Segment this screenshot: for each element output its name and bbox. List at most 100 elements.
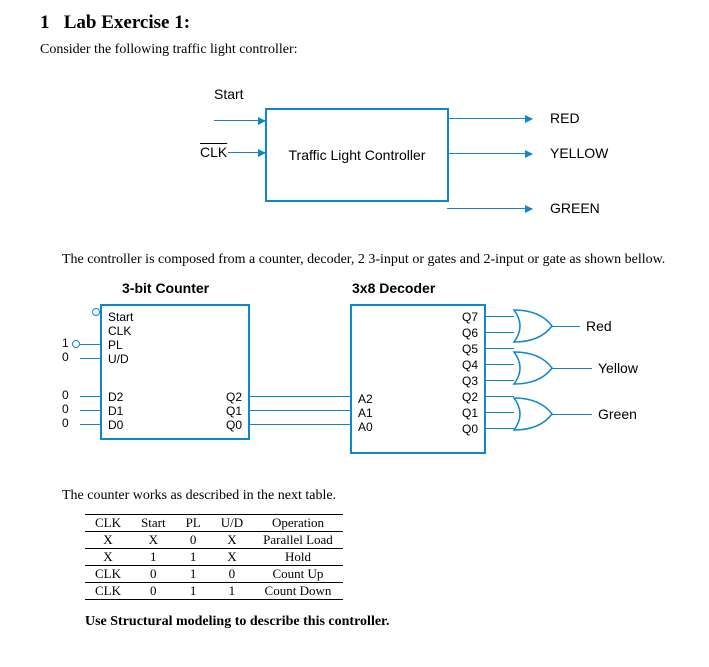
controller-box: Traffic Light Controller bbox=[265, 108, 449, 202]
cell: 0 bbox=[176, 532, 211, 549]
cell: 0 bbox=[131, 583, 176, 600]
cell: Count Up bbox=[253, 566, 343, 583]
pin-q2: Q2 bbox=[226, 390, 242, 404]
pin-clk: CLK bbox=[108, 324, 131, 338]
counter-title: 3-bit Counter bbox=[122, 280, 209, 296]
pin-dq5: Q5 bbox=[462, 342, 478, 356]
pin-q1: Q1 bbox=[226, 404, 242, 418]
wire-q1-out bbox=[484, 412, 514, 413]
wire-q4 bbox=[484, 364, 514, 365]
counter-chip: Start CLK PL U/D D2 D1 D0 Q2 Q1 Q0 bbox=[100, 304, 250, 440]
heading: 1 Lab Exercise 1: bbox=[40, 12, 669, 34]
wire-q0-out bbox=[484, 428, 514, 429]
th-start: Start bbox=[131, 515, 176, 532]
pin-d1: D1 bbox=[108, 404, 123, 418]
green-out-label: Green bbox=[598, 406, 637, 422]
cell: Hold bbox=[253, 549, 343, 566]
block-diagram: Start CLK Traffic Light Controller RED Y… bbox=[40, 88, 669, 238]
pin-dq2: Q2 bbox=[462, 390, 478, 404]
cell: 1 bbox=[176, 583, 211, 600]
wire-pl bbox=[80, 344, 100, 345]
wire-q1-a1 bbox=[248, 410, 350, 411]
wire-q2-out bbox=[484, 396, 514, 397]
pin-q0: Q0 bbox=[226, 418, 242, 432]
cell: Parallel Load bbox=[253, 532, 343, 549]
pin-dq7: Q7 bbox=[462, 310, 478, 324]
wire-q0-a0 bbox=[248, 424, 350, 425]
pin-a1: A1 bbox=[358, 406, 373, 420]
pin-dq3: Q3 bbox=[462, 374, 478, 388]
heading-number: 1 bbox=[40, 12, 50, 33]
intro-text: Consider the following traffic light con… bbox=[40, 42, 669, 58]
wire-d1 bbox=[80, 410, 100, 411]
wire-d0 bbox=[80, 424, 100, 425]
th-pl: PL bbox=[176, 515, 211, 532]
pin-d2: D2 bbox=[108, 390, 123, 404]
cell: Count Down bbox=[253, 583, 343, 600]
ud-value: 0 bbox=[62, 350, 69, 364]
clk-arrow bbox=[228, 152, 265, 153]
pin-pl: PL bbox=[108, 338, 123, 352]
d1-value: 0 bbox=[62, 402, 69, 416]
wire-red-out bbox=[552, 326, 580, 327]
schematic-diagram: 3-bit Counter 3x8 Decoder Start CLK PL U… bbox=[40, 278, 669, 478]
start-label: Start bbox=[214, 86, 244, 102]
counter-truth-table: CLK Start PL U/D Operation X X 0 X Paral… bbox=[85, 514, 343, 600]
th-op: Operation bbox=[253, 515, 343, 532]
controller-label: Traffic Light Controller bbox=[289, 147, 426, 163]
cell: X bbox=[131, 532, 176, 549]
cell: CLK bbox=[85, 566, 131, 583]
wire-d2 bbox=[80, 396, 100, 397]
para-composition-text: The controller is composed from a counte… bbox=[62, 252, 665, 267]
wire-green-out bbox=[552, 414, 592, 415]
red-arrow bbox=[447, 118, 532, 119]
pin-dq6: Q6 bbox=[462, 326, 478, 340]
final-instruction: Use Structural modeling to describe this… bbox=[85, 614, 669, 630]
cell: 0 bbox=[131, 566, 176, 583]
d2-value: 0 bbox=[62, 388, 69, 402]
decoder-title: 3x8 Decoder bbox=[352, 280, 435, 296]
pin-a2: A2 bbox=[358, 392, 373, 406]
pin-dq4: Q4 bbox=[462, 358, 478, 372]
clk-label: CLK bbox=[200, 144, 227, 160]
yellow-out-label: Yellow bbox=[598, 360, 638, 376]
wire-q7 bbox=[484, 316, 514, 317]
wire-ud bbox=[80, 358, 100, 359]
wire-q6 bbox=[484, 332, 514, 333]
para-composition: The controller is composed from a counte… bbox=[40, 252, 669, 268]
th-clk: CLK bbox=[85, 515, 131, 532]
wire-q2-a2 bbox=[248, 396, 350, 397]
cell: X bbox=[85, 549, 131, 566]
start-arrow bbox=[214, 120, 265, 121]
wire-q5 bbox=[484, 348, 514, 349]
wire-q3 bbox=[484, 380, 514, 381]
red-label: RED bbox=[550, 110, 580, 126]
pin-start: Start bbox=[108, 310, 133, 324]
pin-ud: U/D bbox=[108, 352, 129, 366]
pl-bubble bbox=[72, 340, 80, 348]
pin-a0: A0 bbox=[358, 420, 373, 434]
cell: 0 bbox=[211, 566, 253, 583]
wire-yellow-out bbox=[552, 368, 592, 369]
cell: 1 bbox=[176, 566, 211, 583]
pl-value: 1 bbox=[62, 336, 69, 350]
para-table-intro: The counter works as described in the ne… bbox=[40, 488, 669, 504]
cell: X bbox=[211, 549, 253, 566]
cell: 1 bbox=[176, 549, 211, 566]
red-out-label: Red bbox=[586, 318, 612, 334]
cell: 1 bbox=[211, 583, 253, 600]
green-arrow bbox=[447, 208, 532, 209]
decoder-chip: A2 A1 A0 Q7 Q6 Q5 Q4 Q3 Q2 Q1 Q0 bbox=[350, 304, 486, 454]
pin-dq0: Q0 bbox=[462, 422, 478, 436]
green-label: GREEN bbox=[550, 200, 600, 216]
d0-value: 0 bbox=[62, 416, 69, 430]
cell: 1 bbox=[131, 549, 176, 566]
pin-d0: D0 bbox=[108, 418, 123, 432]
cell: X bbox=[211, 532, 253, 549]
yellow-arrow bbox=[447, 153, 532, 154]
heading-title: Lab Exercise 1: bbox=[64, 12, 190, 33]
yellow-label: YELLOW bbox=[550, 145, 608, 161]
th-ud-text: U/D bbox=[221, 515, 243, 530]
cell: X bbox=[85, 532, 131, 549]
cell: CLK bbox=[85, 583, 131, 600]
